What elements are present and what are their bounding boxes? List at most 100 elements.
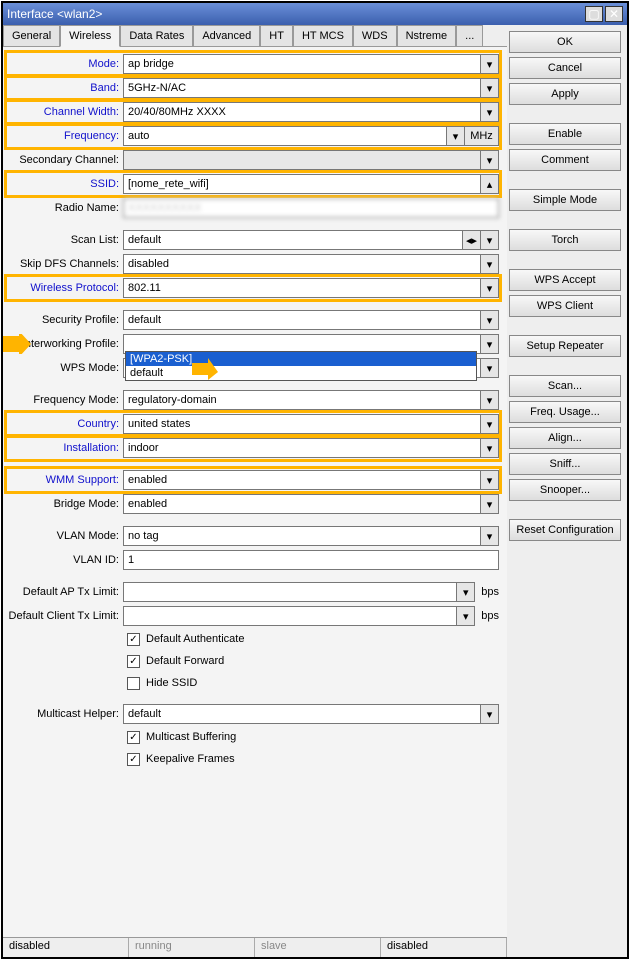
security-profile-dropdown[interactable]: [WPA2-PSK] default <box>125 351 477 381</box>
tab-wireless[interactable]: Wireless <box>60 25 120 47</box>
vlan-mode-dropdown-icon[interactable]: ▾ <box>481 526 499 546</box>
country-dropdown-icon[interactable]: ▾ <box>481 414 499 434</box>
frequency-dropdown-icon[interactable]: ▾ <box>447 126 465 146</box>
keepalive-frames-checkbox[interactable]: ✓ <box>127 753 140 766</box>
band-dropdown-icon[interactable]: ▾ <box>481 78 499 98</box>
scan-list-input[interactable]: default <box>123 230 463 250</box>
default-forward-label: Default Forward <box>146 655 224 667</box>
freq-usage-button[interactable]: Freq. Usage... <box>509 401 621 423</box>
wps-accept-button[interactable]: WPS Accept <box>509 269 621 291</box>
ok-button[interactable]: OK <box>509 31 621 53</box>
secondary-channel-dropdown-icon[interactable]: ▾ <box>481 150 499 170</box>
tab-general[interactable]: General <box>3 25 60 46</box>
apply-button[interactable]: Apply <box>509 83 621 105</box>
frequency-mode-dropdown-icon[interactable]: ▾ <box>481 390 499 410</box>
tab-ht-mcs[interactable]: HT MCS <box>293 25 353 46</box>
frequency-input[interactable]: auto <box>123 126 447 146</box>
wps-mode-label: WPS Mode: <box>7 362 123 374</box>
vlan-mode-input[interactable]: no tag <box>123 526 481 546</box>
multicast-helper-dropdown-icon[interactable]: ▾ <box>481 704 499 724</box>
default-ap-tx-expand-icon[interactable]: ▾ <box>457 582 475 602</box>
vlan-id-input[interactable]: 1 <box>123 550 499 570</box>
country-label: Country: <box>7 418 123 430</box>
wireless-protocol-dropdown-icon[interactable]: ▾ <box>481 278 499 298</box>
tab-more[interactable]: ... <box>456 25 483 46</box>
highlight-arrow-icon <box>3 334 31 354</box>
channel-width-input[interactable]: 20/40/80MHz XXXX <box>123 102 481 122</box>
installation-dropdown-icon[interactable]: ▾ <box>481 438 499 458</box>
skip-dfs-input[interactable]: disabled <box>123 254 481 274</box>
simple-mode-button[interactable]: Simple Mode <box>509 189 621 211</box>
comment-button[interactable]: Comment <box>509 149 621 171</box>
default-client-tx-label: Default Client Tx Limit: <box>7 610 123 622</box>
close-button[interactable]: ✕ <box>605 6 623 22</box>
default-client-tx-unit: bps <box>475 610 499 622</box>
ssid-label: SSID: <box>7 178 123 190</box>
vlan-id-label: VLAN ID: <box>7 554 123 566</box>
ssid-collapse-icon[interactable]: ▴ <box>481 174 499 194</box>
multicast-helper-input[interactable]: default <box>123 704 481 724</box>
security-profile-dropdown-icon[interactable]: ▾ <box>481 310 499 330</box>
wps-client-button[interactable]: WPS Client <box>509 295 621 317</box>
scan-button[interactable]: Scan... <box>509 375 621 397</box>
snooper-button[interactable]: Snooper... <box>509 479 621 501</box>
tab-advanced[interactable]: Advanced <box>193 25 260 46</box>
band-input[interactable]: 5GHz-N/AC <box>123 78 481 98</box>
default-client-tx-input[interactable] <box>123 606 457 626</box>
frequency-mode-input[interactable]: regulatory-domain <box>123 390 481 410</box>
scan-list-dropdown-icon[interactable]: ▾ <box>481 230 499 250</box>
frequency-mode-label: Frequency Mode: <box>7 394 123 406</box>
default-ap-tx-unit: bps <box>475 586 499 598</box>
wmm-support-dropdown-icon[interactable]: ▾ <box>481 470 499 490</box>
bridge-mode-input[interactable]: enabled <box>123 494 481 514</box>
security-profile-option-default[interactable]: default <box>126 366 476 380</box>
tab-ht[interactable]: HT <box>260 25 293 46</box>
statusbar: disabled running slave disabled <box>3 937 507 957</box>
wps-mode-dropdown-icon[interactable]: ▾ <box>481 358 499 378</box>
mode-input[interactable]: ap bridge <box>123 54 481 74</box>
mode-dropdown-icon[interactable]: ▾ <box>481 54 499 74</box>
hide-ssid-checkbox[interactable] <box>127 677 140 690</box>
ssid-input[interactable]: [nome_rete_wifi] <box>123 174 481 194</box>
multicast-helper-label: Multicast Helper: <box>7 708 123 720</box>
security-profile-input[interactable]: default <box>123 310 481 330</box>
radio-name-label: Radio Name: <box>7 202 123 214</box>
multicast-buffering-label: Multicast Buffering <box>146 731 236 743</box>
bridge-mode-dropdown-icon[interactable]: ▾ <box>481 494 499 514</box>
setup-repeater-button[interactable]: Setup Repeater <box>509 335 621 357</box>
tab-wds[interactable]: WDS <box>353 25 397 46</box>
security-profile-label: Security Profile: <box>7 314 123 326</box>
band-label: Band: <box>7 82 123 94</box>
titlebar: Interface <wlan2> ▢ ✕ <box>3 3 627 25</box>
default-forward-checkbox[interactable]: ✓ <box>127 655 140 668</box>
reset-configuration-button[interactable]: Reset Configuration <box>509 519 621 541</box>
installation-input[interactable]: indoor <box>123 438 481 458</box>
cancel-button[interactable]: Cancel <box>509 57 621 79</box>
tab-nstreme[interactable]: Nstreme <box>397 25 457 46</box>
wireless-protocol-input[interactable]: 802.11 <box>123 278 481 298</box>
wmm-support-label: WMM Support: <box>7 474 123 486</box>
sniff-button[interactable]: Sniff... <box>509 453 621 475</box>
tab-data-rates[interactable]: Data Rates <box>120 25 193 46</box>
interworking-profile-dropdown-icon[interactable]: ▾ <box>481 334 499 354</box>
radio-name-input[interactable]: XXXXXXXXXX <box>123 198 499 218</box>
scan-list-updown-icon[interactable]: ◂▸ <box>463 230 481 250</box>
enable-button[interactable]: Enable <box>509 123 621 145</box>
secondary-channel-input[interactable] <box>123 150 481 170</box>
default-ap-tx-label: Default AP Tx Limit: <box>7 586 123 598</box>
default-client-tx-expand-icon[interactable]: ▾ <box>457 606 475 626</box>
highlight-arrow-icon <box>192 358 218 380</box>
default-ap-tx-input[interactable] <box>123 582 457 602</box>
align-button[interactable]: Align... <box>509 427 621 449</box>
default-authenticate-checkbox[interactable]: ✓ <box>127 633 140 646</box>
channel-width-dropdown-icon[interactable]: ▾ <box>481 102 499 122</box>
multicast-buffering-checkbox[interactable]: ✓ <box>127 731 140 744</box>
security-profile-option-wpa2[interactable]: [WPA2-PSK] <box>126 352 476 366</box>
default-authenticate-label: Default Authenticate <box>146 633 244 645</box>
wmm-support-input[interactable]: enabled <box>123 470 481 490</box>
dock-button[interactable]: ▢ <box>585 6 603 22</box>
torch-button[interactable]: Torch <box>509 229 621 251</box>
skip-dfs-dropdown-icon[interactable]: ▾ <box>481 254 499 274</box>
secondary-channel-label: Secondary Channel: <box>7 154 123 166</box>
country-input[interactable]: united states <box>123 414 481 434</box>
